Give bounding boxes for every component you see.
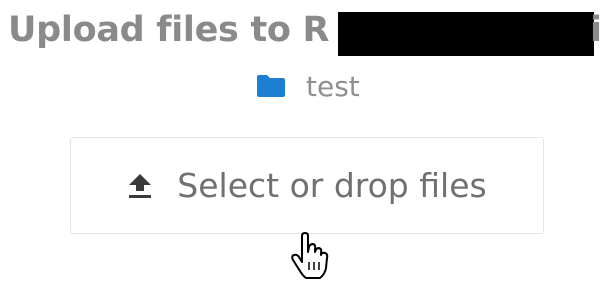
redacted-block	[338, 12, 594, 56]
upload-dialog: Upload files to R i test Select or drop …	[0, 0, 605, 281]
folder-icon	[256, 74, 286, 98]
hand-pointer-icon	[288, 232, 332, 281]
dialog-title-tail: i	[590, 10, 602, 50]
select-or-drop-files-button[interactable]: Select or drop files	[70, 137, 544, 234]
target-folder: test	[256, 66, 360, 106]
dialog-title: Upload files to R	[8, 10, 330, 50]
folder-name: test	[306, 69, 360, 103]
upload-icon	[127, 172, 153, 200]
drop-zone-label: Select or drop files	[177, 166, 487, 205]
